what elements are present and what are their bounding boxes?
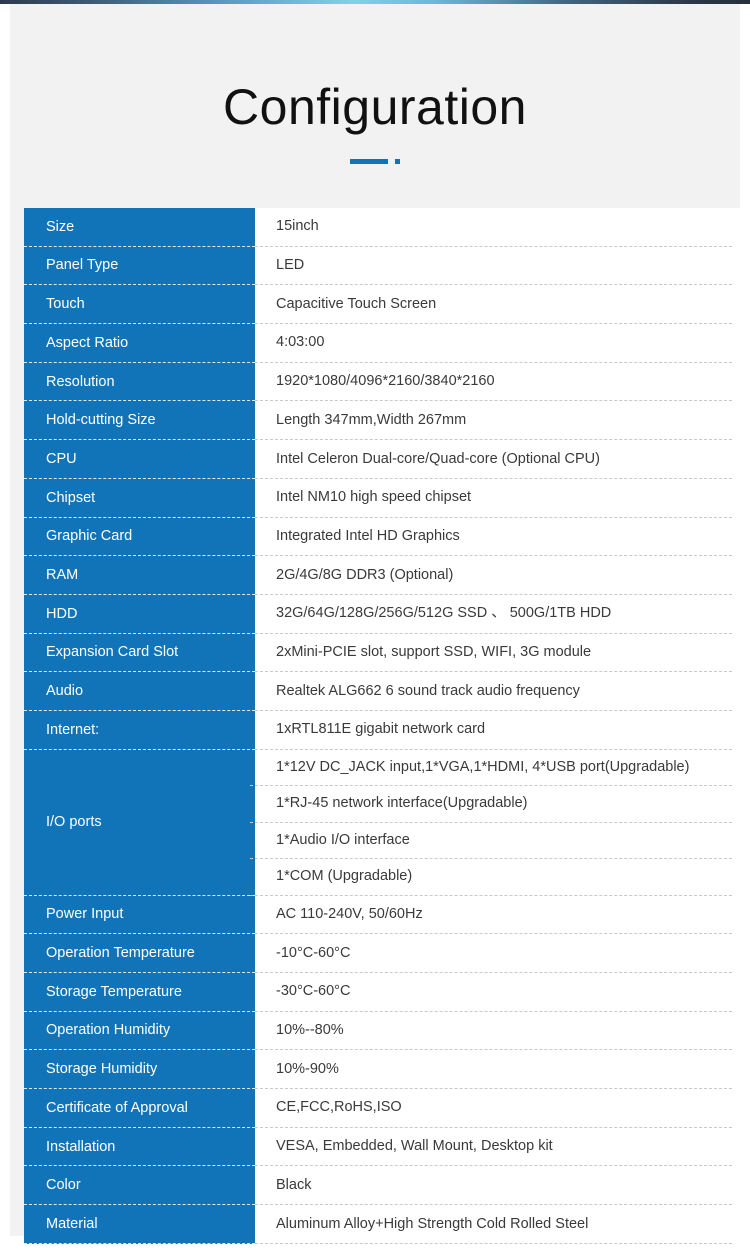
table-row: Power Input AC 110-240V, 50/60Hz (24, 895, 741, 935)
spec-value: 1*Audio I/O interface (250, 823, 732, 860)
table-row: Operation Humidity 10%--80% (24, 1011, 741, 1051)
spec-value: 1920*1080/4096*2160/3840*2160 (255, 362, 732, 402)
table-row: Aspect Ratio 4:03:00 (24, 324, 741, 363)
divider-dot-icon (395, 159, 400, 164)
spec-label: Color (24, 1166, 255, 1206)
spec-value: Realtek ALG662 6 sound track audio frequ… (255, 672, 732, 711)
configuration-page: Configuration Size 15inch Panel Type LED Tou… (0, 0, 750, 1252)
spec-label: RAM (24, 556, 255, 595)
spec-value: LED (255, 246, 732, 286)
table-row: Storage Humidity 10%-90% (24, 1050, 741, 1090)
spec-label: Storage Humidity (24, 1050, 255, 1090)
table-row: Material Aluminum Alloy+High Strength Col… (24, 1205, 741, 1244)
spec-value: Length 347mm,Width 267mm (255, 401, 732, 441)
spec-label: Power Input (24, 895, 255, 935)
spec-value: Black (255, 1166, 732, 1206)
spec-value: VESA, Embedded, Wall Mount, Desktop kit (255, 1127, 732, 1167)
spec-label: Material (24, 1205, 255, 1244)
spec-label: Chipset (24, 478, 255, 518)
spec-label: Resolution (24, 362, 255, 402)
table-row: Resolution 1920*1080/4096*2160/3840*2160 (24, 362, 741, 402)
table-row: Panel Type LED (24, 246, 741, 286)
table-row: Touch Capacitive Touch Screen (24, 285, 741, 325)
spec-label: Audio (24, 672, 255, 711)
spec-value: 1*COM (Upgradable) (250, 859, 732, 896)
spec-value: 15inch (255, 208, 732, 247)
spec-label: CPU (24, 440, 255, 479)
page-canvas: Configuration Size 15inch Panel Type LED Tou… (10, 4, 741, 1252)
table-row: HDD 32G/64G/128G/256G/512G SSD 、 500G/1TB… (24, 594, 741, 634)
table-bottom-padding (24, 1243, 732, 1252)
table-row: Installation VESA, Embedded, Wall Mount, … (24, 1127, 741, 1167)
spec-value: -30°C-60°C (255, 973, 732, 1012)
table-row: CPU Intel Celeron Dual-core/Quad-core (Op… (24, 440, 741, 479)
spec-value: -10°C-60°C (255, 934, 732, 973)
table-row: RAM 2G/4G/8G DDR3 (Optional) (24, 556, 741, 595)
table-row: Chipset Intel NM10 high speed chipset (24, 478, 741, 518)
table-row: Expansion Card Slot 2xMini-PCIE slot, sup… (24, 633, 741, 673)
table-row: Color Black (24, 1166, 741, 1206)
spec-value: 4:03:00 (255, 324, 732, 363)
spec-label: Installation (24, 1127, 255, 1167)
spec-value: 1*12V DC_JACK input,1*VGA,1*HDMI, 4*USB … (250, 750, 732, 787)
spec-value: 2G/4G/8G DDR3 (Optional) (255, 556, 732, 595)
spec-value: Intel Celeron Dual-core/Quad-core (Optio… (255, 440, 732, 479)
page-header: Configuration (10, 78, 740, 164)
spec-label: Operation Temperature (24, 934, 255, 973)
title-divider (10, 159, 740, 164)
spec-label: Touch (24, 285, 255, 325)
spec-label: HDD (24, 594, 255, 634)
table-row-io-ports: I/O ports 1*12V DC_JACK input,1*VGA,1*HDM… (24, 749, 741, 896)
spec-label: Hold-cutting Size (24, 401, 255, 441)
spec-value: Capacitive Touch Screen (255, 285, 732, 325)
spec-label: Panel Type (24, 246, 255, 286)
spec-value: 32G/64G/128G/256G/512G SSD 、 500G/1TB HD… (255, 594, 732, 634)
spec-label: Operation Humidity (24, 1011, 255, 1051)
io-ports-value-group: 1*12V DC_JACK input,1*VGA,1*HDMI, 4*USB … (250, 750, 741, 896)
table-row: Operation Temperature -10°C-60°C (24, 934, 741, 973)
spec-value: Integrated Intel HD Graphics (255, 517, 732, 557)
spec-label: Aspect Ratio (24, 324, 255, 363)
spec-value: Intel NM10 high speed chipset (255, 478, 732, 518)
spec-value: 1*RJ-45 network interface(Upgradable) (250, 786, 732, 823)
table-row: Internet: 1xRTL811E gigabit network card (24, 710, 741, 750)
spec-label: Graphic Card (24, 517, 255, 557)
spec-label: Certificate of Approval (24, 1089, 255, 1128)
divider-bar-icon (350, 159, 388, 164)
spec-value: 10%-90% (255, 1050, 732, 1090)
table-row: Audio Realtek ALG662 6 sound track audio … (24, 672, 741, 711)
spec-value: Aluminum Alloy+High Strength Cold Rolled… (255, 1205, 732, 1244)
spec-label: Storage Temperature (24, 973, 255, 1012)
spec-value: 1xRTL811E gigabit network card (255, 710, 732, 750)
spec-label: I/O ports (24, 749, 255, 896)
spec-value: AC 110-240V, 50/60Hz (255, 895, 732, 935)
spec-value: 10%--80% (255, 1011, 732, 1051)
spec-value: CE,FCC,RoHS,ISO (255, 1089, 732, 1128)
table-row: Hold-cutting Size Length 347mm,Width 267m… (24, 401, 741, 441)
specification-table: Size 15inch Panel Type LED Touch Capacitive T… (24, 208, 741, 1252)
table-row: Storage Temperature -30°C-60°C (24, 973, 741, 1012)
page-title: Configuration (223, 79, 527, 135)
table-row: Size 15inch (24, 208, 741, 247)
spec-value: 2xMini-PCIE slot, support SSD, WIFI, 3G … (255, 633, 732, 673)
spec-label: Internet: (24, 710, 255, 750)
spec-label: Size (24, 208, 255, 247)
spec-label: Expansion Card Slot (24, 633, 255, 673)
table-row: Graphic Card Integrated Intel HD Graphics (24, 517, 741, 557)
table-row: Certificate of Approval CE,FCC,RoHS,ISO (24, 1089, 741, 1128)
